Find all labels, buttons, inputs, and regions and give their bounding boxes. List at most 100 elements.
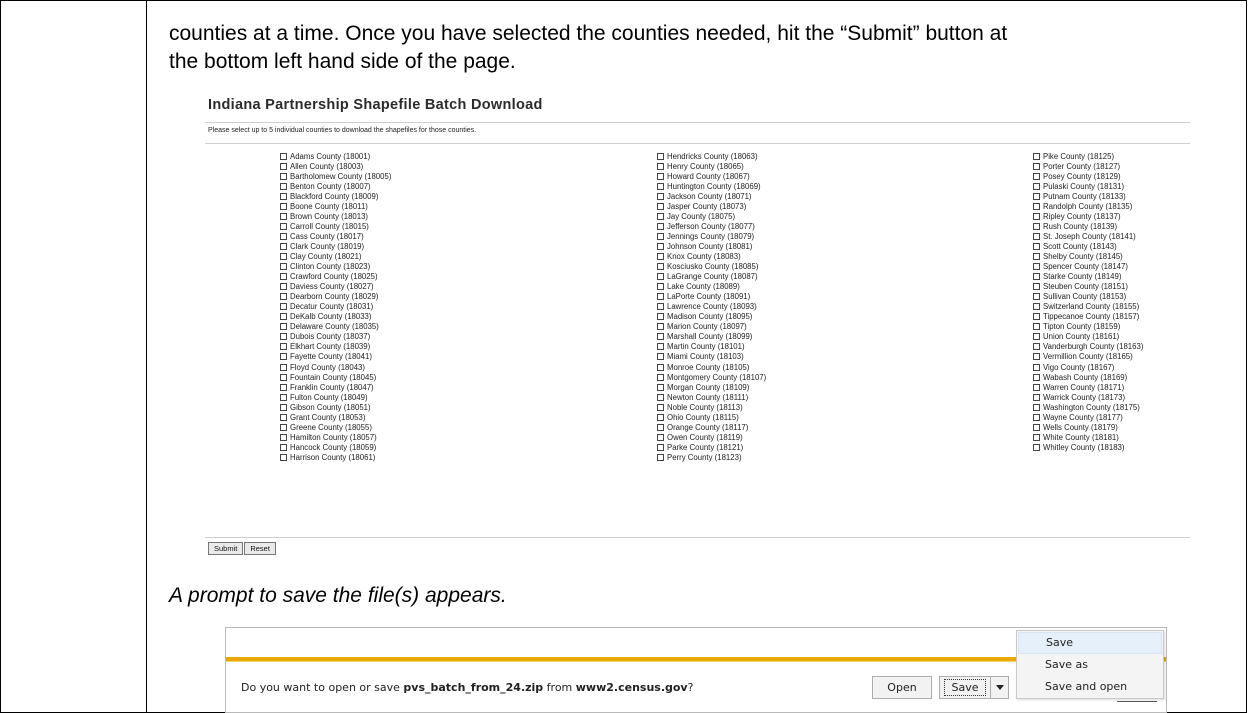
county-option[interactable]: Wells County (18179) [1033, 422, 1143, 432]
county-option[interactable]: Jackson County (18071) [657, 191, 766, 201]
county-option[interactable]: Whitley County (18183) [1033, 442, 1143, 452]
county-checkbox[interactable] [280, 283, 287, 291]
county-option[interactable]: Dearborn County (18029) [280, 292, 391, 302]
county-option[interactable]: Ripley County (18137) [1033, 211, 1143, 221]
county-checkbox[interactable] [1033, 353, 1040, 361]
county-option[interactable]: Vigo County (18167) [1033, 362, 1143, 372]
open-button[interactable]: Open [872, 676, 932, 699]
county-option[interactable]: Spencer County (18147) [1033, 262, 1143, 272]
county-checkbox[interactable] [1033, 313, 1040, 321]
county-checkbox[interactable] [1033, 152, 1040, 160]
county-option[interactable]: Dubois County (18037) [280, 332, 391, 342]
county-checkbox[interactable] [1033, 232, 1040, 240]
county-checkbox[interactable] [1033, 413, 1040, 421]
county-checkbox[interactable] [657, 172, 664, 180]
county-option[interactable]: Carroll County (18015) [280, 221, 391, 231]
county-option[interactable]: Putnam County (18133) [1033, 191, 1143, 201]
county-option[interactable]: Decatur County (18031) [280, 302, 391, 312]
county-option[interactable]: Henry County (18065) [657, 161, 766, 171]
county-checkbox[interactable] [1033, 383, 1040, 391]
county-option[interactable]: Tippecanoe County (18157) [1033, 312, 1143, 322]
county-checkbox[interactable] [1033, 172, 1040, 180]
county-checkbox[interactable] [657, 353, 664, 361]
county-checkbox[interactable] [1033, 283, 1040, 291]
county-checkbox[interactable] [280, 222, 287, 230]
county-option[interactable]: Huntington County (18069) [657, 181, 766, 191]
county-checkbox[interactable] [280, 373, 287, 381]
county-checkbox[interactable] [1033, 293, 1040, 301]
county-option[interactable]: Madison County (18095) [657, 312, 766, 322]
county-option[interactable]: Warren County (18171) [1033, 382, 1143, 392]
county-option[interactable]: Porter County (18127) [1033, 161, 1143, 171]
county-checkbox[interactable] [280, 252, 287, 260]
county-option[interactable]: Jennings County (18079) [657, 231, 766, 241]
county-checkbox[interactable] [1033, 192, 1040, 200]
county-checkbox[interactable] [657, 182, 664, 190]
county-checkbox[interactable] [657, 212, 664, 220]
county-option[interactable]: Martin County (18101) [657, 342, 766, 352]
county-checkbox[interactable] [657, 293, 664, 301]
county-option[interactable]: Blackford County (18009) [280, 191, 391, 201]
county-checkbox[interactable] [280, 313, 287, 321]
county-checkbox[interactable] [657, 403, 664, 411]
county-option[interactable]: Rush County (18139) [1033, 221, 1143, 231]
county-checkbox[interactable] [280, 242, 287, 250]
county-option[interactable]: Lawrence County (18093) [657, 302, 766, 312]
county-checkbox[interactable] [657, 152, 664, 160]
county-checkbox[interactable] [280, 182, 287, 190]
county-option[interactable]: Warrick County (18173) [1033, 392, 1143, 402]
menu-item-save-as[interactable]: Save as [1017, 654, 1163, 676]
county-option[interactable]: Boone County (18011) [280, 201, 391, 211]
county-checkbox[interactable] [1033, 363, 1040, 371]
county-option[interactable]: Jay County (18075) [657, 211, 766, 221]
county-option[interactable]: Cass County (18017) [280, 231, 391, 241]
county-checkbox[interactable] [657, 232, 664, 240]
county-checkbox[interactable] [280, 202, 287, 210]
county-option[interactable]: Perry County (18123) [657, 452, 766, 462]
county-option[interactable]: Wayne County (18177) [1033, 412, 1143, 422]
county-checkbox[interactable] [657, 283, 664, 291]
reset-button[interactable]: Reset [244, 542, 276, 555]
county-checkbox[interactable] [1033, 343, 1040, 351]
county-option[interactable]: Gibson County (18051) [280, 402, 391, 412]
county-option[interactable]: LaPorte County (18091) [657, 292, 766, 302]
county-checkbox[interactable] [657, 373, 664, 381]
county-option[interactable]: Starke County (18149) [1033, 272, 1143, 282]
county-checkbox[interactable] [657, 423, 664, 431]
county-checkbox[interactable] [280, 403, 287, 411]
county-checkbox[interactable] [1033, 273, 1040, 281]
county-option[interactable]: Ohio County (18115) [657, 412, 766, 422]
county-checkbox[interactable] [1033, 263, 1040, 271]
county-checkbox[interactable] [1033, 373, 1040, 381]
county-checkbox[interactable] [1033, 433, 1040, 441]
county-checkbox[interactable] [1033, 423, 1040, 431]
county-checkbox[interactable] [657, 413, 664, 421]
county-option[interactable]: Daviess County (18027) [280, 282, 391, 292]
county-option[interactable]: Owen County (18119) [657, 432, 766, 442]
county-checkbox[interactable] [1033, 222, 1040, 230]
county-option[interactable]: Noble County (18113) [657, 402, 766, 412]
county-checkbox[interactable] [657, 433, 664, 441]
county-option[interactable]: Bartholomew County (18005) [280, 171, 391, 181]
county-checkbox[interactable] [657, 252, 664, 260]
county-option[interactable]: Pike County (18125) [1033, 151, 1143, 161]
county-checkbox[interactable] [1033, 212, 1040, 220]
county-option[interactable]: White County (18181) [1033, 432, 1143, 442]
county-checkbox[interactable] [657, 383, 664, 391]
county-option[interactable]: Vanderburgh County (18163) [1033, 342, 1143, 352]
county-option[interactable]: Switzerland County (18155) [1033, 302, 1143, 312]
county-checkbox[interactable] [280, 303, 287, 311]
county-option[interactable]: Vermillion County (18165) [1033, 352, 1143, 362]
county-checkbox[interactable] [657, 192, 664, 200]
county-checkbox[interactable] [657, 222, 664, 230]
county-checkbox[interactable] [1033, 443, 1040, 451]
county-option[interactable]: Delaware County (18035) [280, 322, 391, 332]
county-option[interactable]: Union County (18161) [1033, 332, 1143, 342]
county-option[interactable]: Shelby County (18145) [1033, 251, 1143, 261]
county-checkbox[interactable] [657, 242, 664, 250]
county-checkbox[interactable] [657, 313, 664, 321]
county-checkbox[interactable] [657, 162, 664, 170]
county-option[interactable]: St. Joseph County (18141) [1033, 231, 1143, 241]
county-checkbox[interactable] [657, 393, 664, 401]
county-option[interactable]: LaGrange County (18087) [657, 272, 766, 282]
